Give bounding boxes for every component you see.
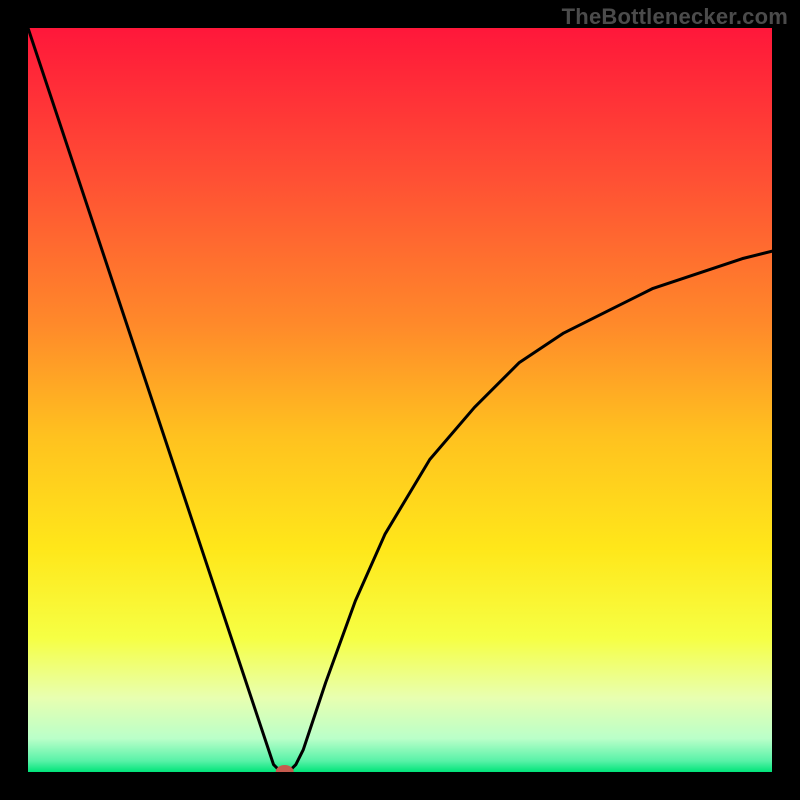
chart-svg [28, 28, 772, 772]
watermark-text: TheBottlenecker.com [562, 4, 788, 30]
chart-background [28, 28, 772, 772]
chart-plot-area [28, 28, 772, 772]
chart-frame: TheBottlenecker.com [0, 0, 800, 800]
